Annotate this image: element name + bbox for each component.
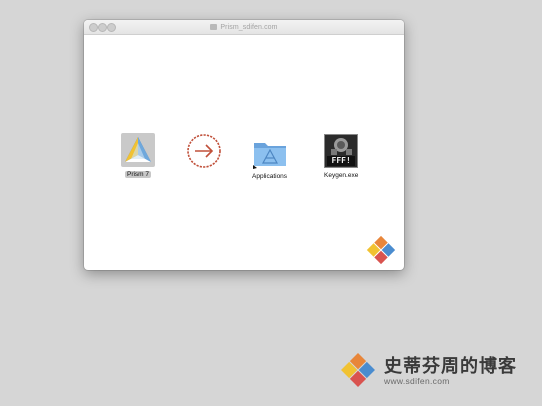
dmg-contents: Prism 7 Applications FFF! Keygen.exe xyxy=(84,35,404,270)
sdifen-watermark-logo-icon xyxy=(341,353,375,387)
prism-app-icon[interactable] xyxy=(121,133,155,167)
prism-app-label: Prism 7 xyxy=(124,171,152,178)
arrow-right-circle-icon xyxy=(187,134,221,168)
keygen-item[interactable]: FFF! Keygen.exe xyxy=(322,134,360,179)
applications-folder-item[interactable]: Applications xyxy=(250,137,289,180)
sdifen-corner-logo xyxy=(366,235,396,270)
prism-app-item[interactable]: Prism 7 xyxy=(121,133,155,178)
desktop: Prism_sdifen.com Prism 7 Applications FF… xyxy=(0,0,542,406)
window-title: Prism_sdifen.com xyxy=(220,23,278,31)
disk-image-icon xyxy=(210,24,218,30)
watermark: 史蒂芬周的博客 www.sdifen.com xyxy=(336,348,536,388)
window-title-group: Prism_sdifen.com xyxy=(84,20,404,34)
keygen-icon[interactable]: FFF! xyxy=(324,134,359,168)
window-titlebar[interactable]: Prism_sdifen.com xyxy=(84,20,404,35)
applications-folder-label: Applications xyxy=(252,173,288,180)
applications-folder-icon[interactable] xyxy=(252,137,288,169)
keygen-badge: FFF! xyxy=(327,156,356,166)
keygen-label: Keygen.exe xyxy=(324,172,359,179)
watermark-title: 史蒂芬周的博客 xyxy=(384,356,517,377)
install-arrow xyxy=(186,133,222,169)
dmg-window: Prism_sdifen.com Prism 7 Applications FF… xyxy=(84,20,404,270)
sdifen-logo-icon xyxy=(366,235,396,265)
watermark-url: www.sdifen.com xyxy=(384,376,450,386)
